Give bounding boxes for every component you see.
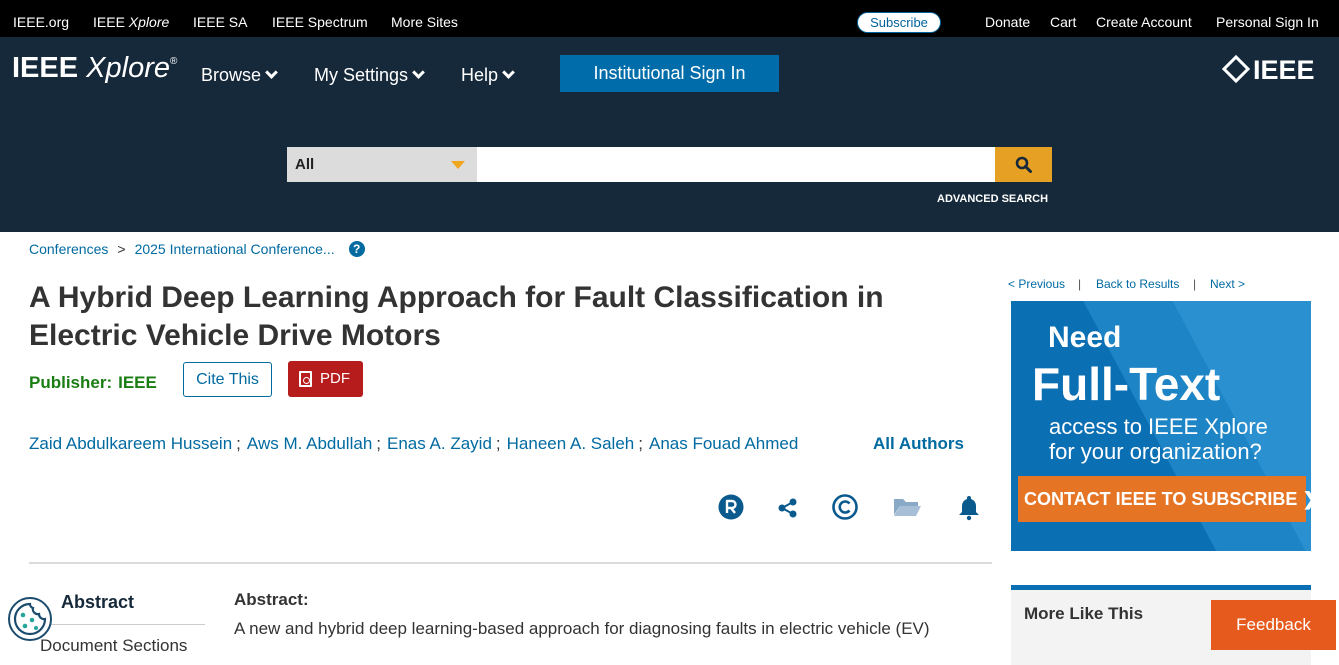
cookie-icon <box>13 602 47 636</box>
help-icon[interactable]: ? <box>348 241 365 257</box>
ieee-xplore-link[interactable]: IEEE Xplore <box>93 14 169 30</box>
contact-ieee-subscribe-button[interactable]: CONTACT IEEE TO SUBSCRIBE ❯ <box>1018 476 1311 522</box>
copyright-icon[interactable] <box>831 493 859 521</box>
page-title: A Hybrid Deep Learning Approach for Faul… <box>29 281 884 352</box>
create-account-link[interactable]: Create Account <box>1096 14 1192 30</box>
section-divider <box>29 562 992 564</box>
ieee-org-link[interactable]: IEEE.org <box>13 14 69 30</box>
chevron-down-icon <box>502 66 515 79</box>
ieee-sa-link[interactable]: IEEE SA <box>193 14 247 30</box>
author-link[interactable]: Aws M. Abdullah <box>247 434 372 453</box>
ieee-diamond-icon <box>1221 54 1251 84</box>
breadcrumb: Conferences >2025 International Conferenc… <box>29 241 365 258</box>
ad-need-text: Need <box>1048 321 1122 354</box>
more-sites-link[interactable]: More Sites <box>391 14 458 30</box>
ieee-brand-logo[interactable]: IEEE <box>1221 54 1315 86</box>
tab-document-sections[interactable]: Document Sections <box>40 636 187 656</box>
breadcrumb-conference[interactable]: 2025 International Conference... <box>135 241 335 257</box>
personal-sign-in-link[interactable]: Personal Sign In <box>1216 14 1319 30</box>
institutional-sign-in-button[interactable]: Institutional Sign In <box>560 55 779 92</box>
pdf-button[interactable]: PDF <box>288 361 363 397</box>
rights-icon[interactable] <box>717 493 745 521</box>
advanced-search-link[interactable]: ADVANCED SEARCH <box>937 193 1048 205</box>
bell-icon[interactable] <box>955 493 983 521</box>
top-bar: IEEE.org IEEE Xplore IEEE SA IEEE Spectr… <box>0 0 1339 37</box>
nav-my-settings[interactable]: My Settings <box>314 65 425 86</box>
tab-abstract[interactable]: Abstract <box>61 592 134 613</box>
folder-icon[interactable] <box>892 493 922 521</box>
all-authors-link[interactable]: All Authors <box>873 434 964 454</box>
tab-divider <box>40 624 205 625</box>
pager-separator: | <box>1193 277 1197 291</box>
cart-link[interactable]: Cart <box>1050 14 1076 30</box>
subscribe-ad-banner[interactable]: Need Full-Text access to IEEE Xplore for… <box>1011 301 1311 551</box>
search-input[interactable] <box>477 147 995 182</box>
author-link[interactable]: Anas Fouad Ahmed <box>649 434 798 453</box>
donate-link[interactable]: Donate <box>985 14 1030 30</box>
ieee-xplore-logo[interactable]: IEEE Xplore® <box>12 52 177 85</box>
cite-this-button[interactable]: Cite This <box>183 362 272 397</box>
search-button[interactable] <box>995 147 1052 182</box>
publisher-value: IEEE <box>118 373 157 392</box>
pdf-icon <box>299 371 312 387</box>
ieee-spectrum-link[interactable]: IEEE Spectrum <box>272 14 368 30</box>
search-category-select[interactable]: All <box>287 147 477 182</box>
ad-access-text: access to IEEE Xplore for your organizat… <box>1049 414 1268 464</box>
subscribe-button[interactable]: Subscribe <box>857 12 941 33</box>
dropdown-arrow-icon <box>451 161 465 169</box>
abstract-heading: Abstract: <box>234 590 309 609</box>
next-link[interactable]: Next > <box>1210 277 1245 291</box>
more-like-this-heading: More Like This <box>1024 604 1144 623</box>
previous-link[interactable]: < Previous <box>1008 277 1065 291</box>
author-link[interactable]: Zaid Abdulkareem Hussein <box>29 434 232 453</box>
ad-full-text: Full-Text <box>1032 358 1221 410</box>
nav-help[interactable]: Help <box>461 65 515 86</box>
author-link[interactable]: Haneen A. Saleh <box>507 434 635 453</box>
feedback-button[interactable]: Feedback <box>1211 600 1336 650</box>
nav-browse[interactable]: Browse <box>201 65 278 86</box>
publisher-label: Publisher: <box>29 373 113 392</box>
breadcrumb-conferences[interactable]: Conferences <box>29 241 108 257</box>
abstract-text: A new and hybrid deep learning-based app… <box>234 619 930 638</box>
site-header: IEEE Xplore® Browse My Settings Help Ins… <box>0 37 1339 232</box>
pager-separator: | <box>1078 277 1082 291</box>
breadcrumb-separator: > <box>117 241 126 257</box>
author-list: Zaid Abdulkareem Hussein; Aws M. Abdullah… <box>29 434 799 453</box>
cookie-settings-button[interactable] <box>8 597 52 641</box>
search-bar: All <box>287 147 1052 182</box>
publisher: Publisher: IEEE <box>29 373 157 393</box>
search-icon <box>1015 156 1032 173</box>
share-icon[interactable] <box>774 493 802 521</box>
author-link[interactable]: Enas A. Zayid <box>387 434 492 453</box>
back-to-results-link[interactable]: Back to Results <box>1096 277 1179 291</box>
chevron-down-icon <box>412 66 425 79</box>
chevron-down-icon <box>265 66 278 79</box>
